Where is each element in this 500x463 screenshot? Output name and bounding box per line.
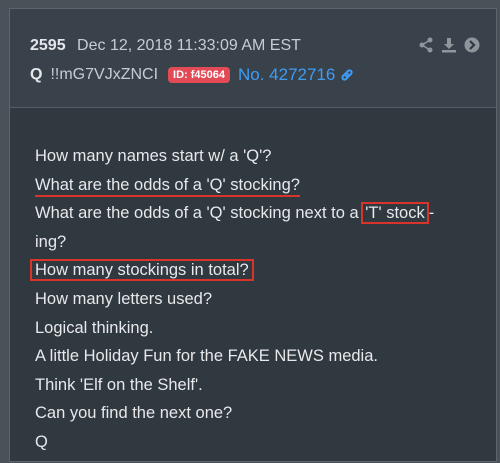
share-icon[interactable]: [418, 37, 434, 53]
body-line: ing?: [35, 232, 67, 251]
body-line: Think 'Elf on the Shelf'.: [35, 375, 203, 394]
post-actions: [418, 37, 480, 53]
post-header: 2595 Dec 12, 2018 11:33:09 AM EST Q !!mG…: [10, 9, 496, 108]
tripcode: !!mG7VJxZNCI: [50, 66, 159, 83]
post-body: How many names start w/ a 'Q'? What are …: [30, 142, 434, 457]
post-number: 2595: [30, 37, 66, 54]
body-line-underlined: What are the odds of a 'Q' stocking?: [35, 171, 434, 200]
highlight-underline: What are the odds of a 'Q' stocking?: [35, 175, 300, 197]
post-number-link[interactable]: No. 4272716: [238, 65, 335, 85]
post-date: Dec 12, 2018 11:33:09 AM EST: [77, 37, 301, 54]
body-line-boxed: How many stockings in total?: [30, 256, 434, 285]
body-line: What are the odds of a 'Q' stocking next…: [35, 199, 434, 228]
body-line: How many names start w/ a 'Q'?: [35, 147, 272, 165]
goto-icon[interactable]: [464, 37, 480, 53]
link-icon[interactable]: [340, 68, 354, 82]
post-card: 2595 Dec 12, 2018 11:33:09 AM EST Q !!mG…: [9, 8, 497, 462]
id-badge: ID: f45064: [168, 67, 230, 83]
hyphen: -: [428, 204, 435, 223]
highlight-box: How many stockings in total?: [30, 259, 254, 282]
highlight-box: 'T' stock: [361, 202, 429, 225]
body-line: How many letters used?: [35, 289, 212, 308]
author-name: Q: [30, 66, 43, 83]
body-text-segment: What are the odds of a 'Q' stocking next…: [35, 204, 364, 223]
body-line: Q: [35, 432, 48, 451]
body-line: A little Holiday Fun for the FAKE NEWS m…: [35, 347, 378, 366]
body-line: Logical thinking.: [35, 318, 154, 337]
post-author-row: Q !!mG7VJxZNCI ID: f45064 No. 4272716: [30, 65, 354, 85]
body-line: Can you find the next one?: [35, 404, 233, 423]
download-icon[interactable]: [441, 37, 457, 53]
post-meta: 2595 Dec 12, 2018 11:33:09 AM EST: [30, 37, 301, 55]
